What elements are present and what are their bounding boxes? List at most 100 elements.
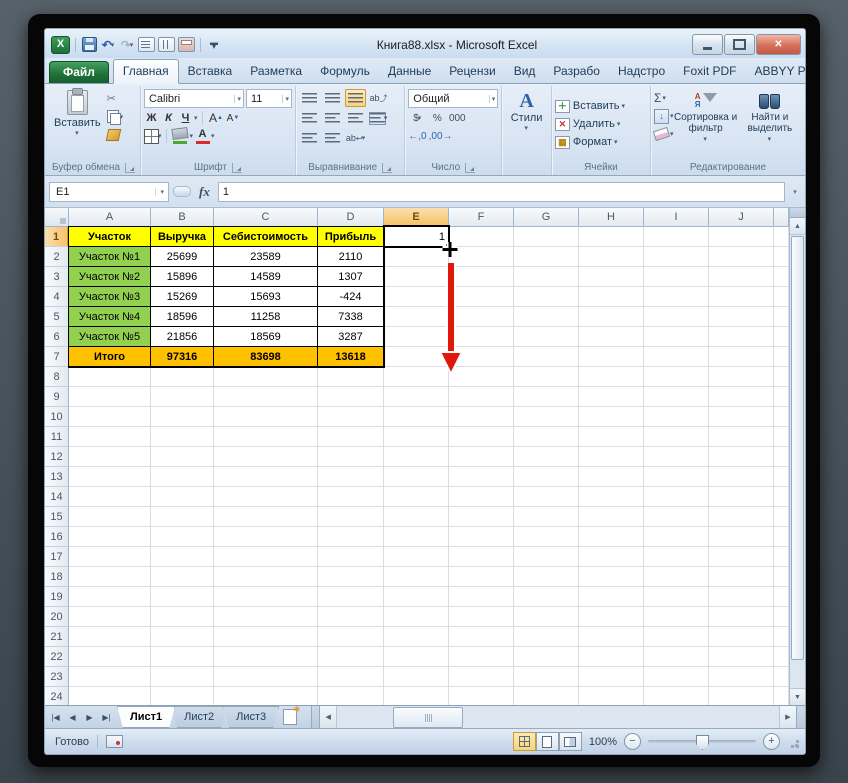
row-header-23[interactable]: 23 xyxy=(45,667,69,687)
align-top-button[interactable] xyxy=(299,89,320,107)
page-layout-view-button[interactable] xyxy=(535,732,559,751)
font-name-select[interactable]: Calibri ▾ xyxy=(143,89,244,108)
table-cell[interactable]: 23589 xyxy=(214,247,318,267)
grid-cell[interactable] xyxy=(709,647,774,667)
grid-cell[interactable] xyxy=(214,567,318,587)
grid-cell[interactable] xyxy=(774,387,789,407)
page-break-view-button[interactable] xyxy=(558,732,582,751)
grid-cell[interactable] xyxy=(709,407,774,427)
grid-cell[interactable] xyxy=(514,547,579,567)
font-color-button[interactable]: А xyxy=(195,128,210,144)
dialog-launcher-icon[interactable] xyxy=(382,162,393,173)
grid-cell[interactable] xyxy=(709,267,774,287)
grid-cell[interactable] xyxy=(151,647,214,667)
tab-данные[interactable]: Данные xyxy=(379,60,440,83)
grid-cell[interactable] xyxy=(384,387,449,407)
row-header-8[interactable]: 8 xyxy=(45,367,69,387)
grid-cell[interactable] xyxy=(644,587,709,607)
grid-cell[interactable] xyxy=(579,687,644,705)
formula-input[interactable]: 1 xyxy=(217,181,785,202)
align-right-button[interactable] xyxy=(345,109,366,127)
align-left-button[interactable] xyxy=(299,109,320,127)
row-header-20[interactable]: 20 xyxy=(45,607,69,627)
grid-cell[interactable] xyxy=(579,647,644,667)
grid-cell[interactable] xyxy=(579,587,644,607)
split-view-button[interactable] xyxy=(158,37,175,53)
grid-cell[interactable] xyxy=(709,587,774,607)
grid-cell[interactable] xyxy=(384,447,449,467)
grid-cell[interactable] xyxy=(69,687,151,705)
grid-cell[interactable] xyxy=(384,427,449,447)
grid-cell[interactable] xyxy=(579,427,644,447)
horizontal-scrollbar[interactable]: ◀ ▶ xyxy=(320,706,805,728)
grid-cell[interactable] xyxy=(449,247,514,267)
row-header-10[interactable]: 10 xyxy=(45,407,69,427)
grid-cell[interactable] xyxy=(151,547,214,567)
grid-cell[interactable] xyxy=(579,407,644,427)
grid-cell[interactable] xyxy=(579,507,644,527)
grid-cell[interactable] xyxy=(774,627,789,647)
grid-cell[interactable] xyxy=(151,427,214,447)
grid-cell[interactable] xyxy=(449,347,514,367)
table-cell[interactable]: 2110 xyxy=(318,247,384,267)
table-cell[interactable]: 3287 xyxy=(318,327,384,347)
sheet-tab-лист2[interactable]: Лист2 xyxy=(171,706,227,728)
grid-cell[interactable] xyxy=(449,627,514,647)
grid-cell[interactable] xyxy=(579,327,644,347)
grid-cell[interactable] xyxy=(384,487,449,507)
macro-record-icon[interactable] xyxy=(105,735,123,748)
grid-cell[interactable] xyxy=(774,367,789,387)
grid-cell[interactable] xyxy=(709,507,774,527)
grid-cell[interactable] xyxy=(384,267,449,287)
column-header-partial[interactable] xyxy=(774,208,789,227)
row-header-4[interactable]: 4 xyxy=(45,287,69,307)
grid-cell[interactable] xyxy=(449,587,514,607)
increase-decimal-button[interactable]: ←,0 xyxy=(408,128,426,144)
grid-cell[interactable] xyxy=(514,327,579,347)
grid-cell[interactable] xyxy=(514,667,579,687)
row-header-21[interactable]: 21 xyxy=(45,627,69,647)
grid-cell[interactable] xyxy=(709,427,774,447)
orientation-button[interactable]: ab ⤴ xyxy=(368,89,389,107)
column-header-G[interactable]: G xyxy=(514,208,579,227)
row-header-18[interactable]: 18 xyxy=(45,567,69,587)
column-header-A[interactable]: A xyxy=(69,208,151,227)
format-painter-button[interactable] xyxy=(105,127,124,142)
horizontal-scroll-track[interactable] xyxy=(337,706,779,728)
grid-cell[interactable] xyxy=(644,527,709,547)
column-header-C[interactable]: C xyxy=(214,208,318,227)
grid-cell[interactable] xyxy=(384,287,449,307)
grid-cell[interactable] xyxy=(644,287,709,307)
grid-cell[interactable] xyxy=(644,327,709,347)
grid-cell[interactable] xyxy=(69,527,151,547)
grid-cell[interactable] xyxy=(69,607,151,627)
cut-button[interactable]: ✂ xyxy=(107,91,124,106)
column-header-I[interactable]: I xyxy=(644,208,709,227)
vertical-split-box[interactable] xyxy=(790,208,805,218)
grid-cell[interactable] xyxy=(579,547,644,567)
delete-cells-button[interactable]: ✕ Удалить ▾ xyxy=(554,115,620,133)
row-header-9[interactable]: 9 xyxy=(45,387,69,407)
grid-cell[interactable] xyxy=(318,627,384,647)
grid-cell[interactable] xyxy=(514,347,579,367)
column-header-J[interactable]: J xyxy=(709,208,774,227)
row-header-11[interactable]: 11 xyxy=(45,427,69,447)
horizontal-scroll-thumb[interactable] xyxy=(393,707,464,728)
grid-cell[interactable] xyxy=(644,367,709,387)
grid-cell[interactable] xyxy=(151,527,214,547)
align-bottom-button[interactable] xyxy=(344,89,366,107)
grid-cell[interactable] xyxy=(644,227,709,247)
grid-cell[interactable] xyxy=(514,227,579,247)
grid-cell[interactable] xyxy=(709,287,774,307)
grid-cell[interactable] xyxy=(214,507,318,527)
grid-cell[interactable] xyxy=(709,307,774,327)
grid-cell[interactable] xyxy=(69,547,151,567)
grid-cell[interactable] xyxy=(318,547,384,567)
grid-cell[interactable] xyxy=(384,327,449,347)
grid-cell[interactable] xyxy=(514,287,579,307)
grid-cell[interactable] xyxy=(644,307,709,327)
grid-cell[interactable] xyxy=(644,247,709,267)
scroll-up-icon[interactable]: ▲ xyxy=(790,218,805,235)
last-sheet-icon[interactable]: ▶| xyxy=(99,710,114,725)
grid-cell[interactable] xyxy=(449,467,514,487)
